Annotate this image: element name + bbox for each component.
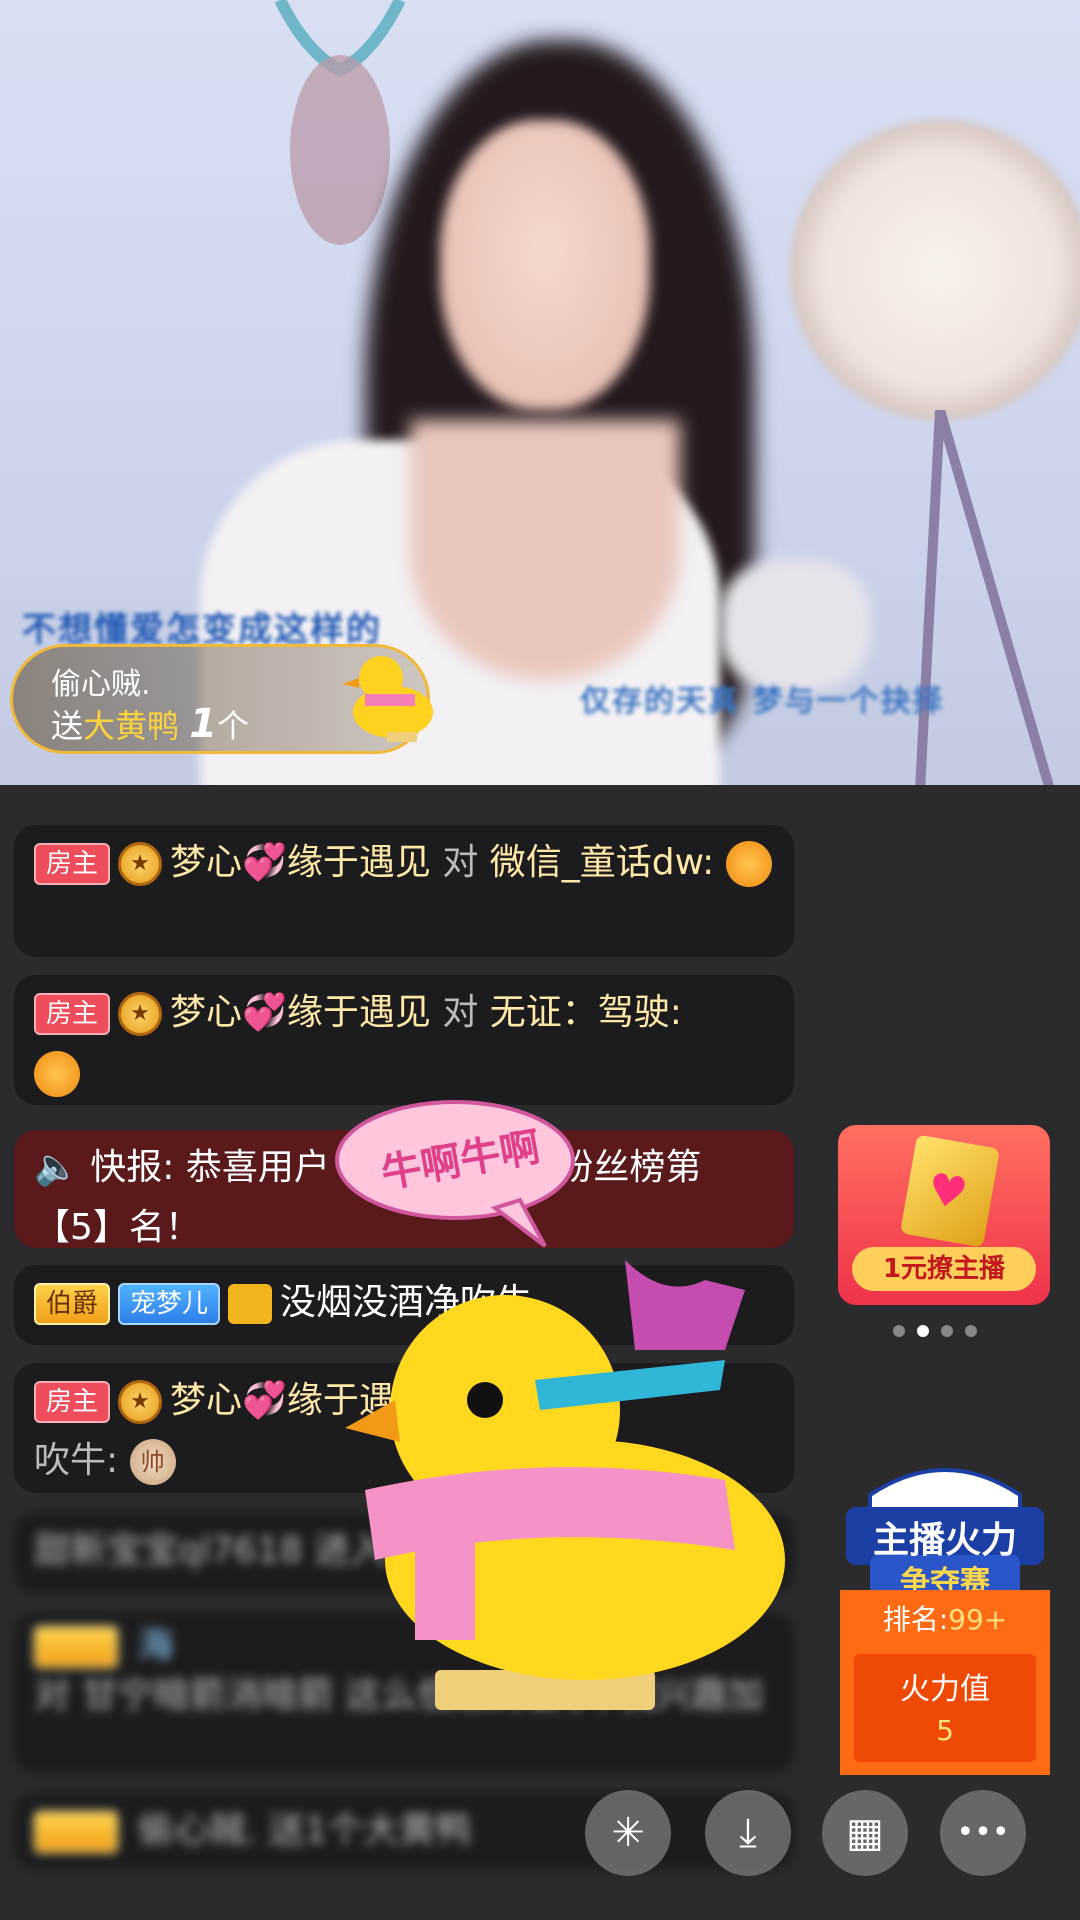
chat-message: 房主 ★ 梦心💞缘于遇见 对 无证：驾驶: (14, 975, 794, 1105)
fan-decoration (790, 120, 1080, 420)
badge (34, 1626, 118, 1668)
chat-target: 微信_童话dw: (489, 842, 715, 883)
star-medal-icon: ★ (118, 992, 163, 1036)
firepower-title-line1: 主播火力 (872, 1520, 1017, 1561)
firepower-panel: 排名:99+ 火力值 5 (840, 1590, 1050, 1775)
carousel-dots (893, 1322, 989, 1341)
streamer-face (440, 120, 650, 410)
grid-icon: ▦ (846, 1810, 884, 1856)
chat-username[interactable]: 梦心 (170, 992, 242, 1033)
user-avatar-icon (228, 1284, 273, 1324)
carousel-dot-active[interactable] (917, 1325, 929, 1337)
chat-username-suffix: 缘于遇见 (286, 842, 431, 883)
big-duck-gift-icon (345, 1260, 785, 1710)
heart-icon: 💞 (242, 1380, 287, 1421)
host-badge: 房主 (34, 843, 111, 885)
handsome-emoji-icon: 帅 (129, 1439, 176, 1485)
chat-username[interactable]: 梦心 (170, 842, 242, 883)
streamer-neck (410, 420, 680, 680)
news-prefix: 快报: 恭喜用户 (90, 1147, 330, 1188)
firepower-value-label: 火力值 (900, 1672, 990, 1707)
firepower-rank: 排名:99+ (840, 1598, 1050, 1638)
chat-target: 无证：驾驶: (489, 992, 682, 1033)
chat-text: 偷心贼. 送1个大黄鸭 (137, 1810, 472, 1851)
gift-unit: 个 (217, 707, 250, 745)
badge (34, 1811, 118, 1853)
chat-username[interactable]: 梦心 (170, 1380, 242, 1421)
grid-menu-button[interactable]: ▦ (822, 1790, 908, 1876)
firepower-contest-widget[interactable]: 主播火力 争夺赛 排名:99+ 火力值 5 (840, 1455, 1050, 1780)
download-icon: ⤓ (739, 1810, 757, 1856)
microphone (720, 560, 870, 690)
carousel-dot[interactable] (893, 1325, 905, 1337)
download-button[interactable]: ⤓ (705, 1790, 791, 1876)
sparkle-icon: ✳ (611, 1810, 645, 1856)
fan-badge: 宠梦儿 (118, 1283, 221, 1325)
song-lyric-right: 仅存的天真 梦与一个抉择 (580, 684, 945, 719)
gift-count: 1 (189, 701, 218, 747)
pray-emoji-icon (725, 841, 772, 887)
heart-icon: 💞 (242, 992, 287, 1033)
chat-to: 对 (442, 992, 479, 1033)
gift-name: 大黄鸭 (83, 707, 180, 745)
pray-emoji-icon (34, 1051, 80, 1097)
duck-icon (343, 656, 433, 742)
card-icon: ♥ (899, 1134, 1001, 1248)
rank-value: 99+ (948, 1603, 1008, 1636)
live-video[interactable]: 不想懂爱怎变成这样的 仅存的天真 梦与一个抉择 偷心贼. 送大黄鸭 1个 (0, 0, 1080, 785)
more-button[interactable]: ••• (940, 1790, 1026, 1876)
promo-card[interactable]: ♥ 1元撩主播 (838, 1125, 1050, 1305)
promo-label: 1元撩主播 (852, 1247, 1036, 1291)
chat-username-suffix: 缘于遇见 (286, 992, 431, 1033)
star-medal-icon: ★ (118, 842, 163, 886)
more-icon: ••• (956, 1815, 1010, 1850)
speech-bubble-sticker: 牛啊牛啊 (335, 1098, 585, 1248)
sparkle-button[interactable]: ✳ (585, 1790, 671, 1876)
chat-extra: 海 (137, 1625, 174, 1666)
chat-message: 偷心贼. 送1个大黄鸭 (14, 1793, 794, 1869)
chat-text: 吹牛: (34, 1440, 119, 1481)
earl-badge: 伯爵 (34, 1283, 111, 1325)
chat-to: 对 (442, 842, 479, 883)
carousel-dot[interactable] (965, 1325, 977, 1337)
gift-sender: 偷心贼. (51, 667, 151, 702)
chat-message: 房主 ★ 梦心💞缘于遇见 对 微信_童话dw: (14, 825, 794, 957)
gift-prefix: 送 (51, 707, 84, 745)
firepower-title: 主播火力 争夺赛 (840, 1455, 1050, 1600)
heart-icon: 💞 (242, 842, 287, 883)
heart-icon: ♥ (923, 1163, 972, 1221)
host-badge: 房主 (34, 993, 111, 1035)
star-medal-icon: ★ (118, 1380, 163, 1424)
fan-stand (915, 410, 1054, 785)
gift-line: 送大黄鸭 1个 (51, 701, 249, 747)
firepower-value-box: 火力值 5 (854, 1654, 1036, 1762)
host-badge: 房主 (34, 1381, 111, 1423)
rank-label: 排名: (882, 1603, 949, 1636)
speaker-icon: 🔈 (34, 1147, 79, 1188)
carousel-dot[interactable] (941, 1325, 953, 1337)
firepower-value: 5 (936, 1714, 954, 1747)
